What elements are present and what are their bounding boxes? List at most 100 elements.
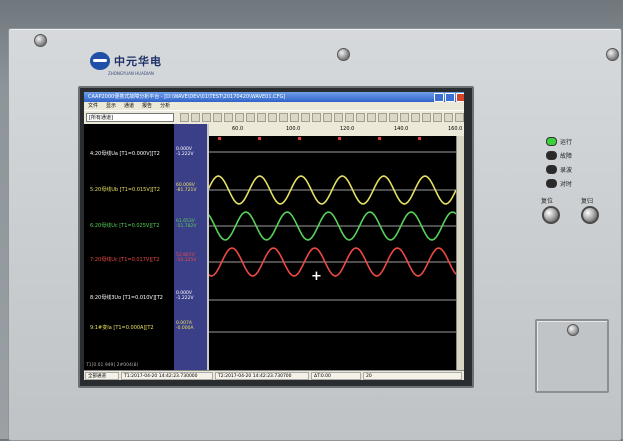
toolbar-button[interactable] — [356, 113, 365, 122]
menu-file[interactable]: 文件 — [88, 102, 98, 110]
event-marker — [378, 137, 381, 140]
channel-value-t2: -81.721V — [176, 188, 197, 193]
toolbar-button[interactable] — [411, 113, 420, 122]
toolbar-button[interactable] — [312, 113, 321, 122]
close-button[interactable] — [456, 93, 464, 102]
status-field: 20 — [363, 372, 462, 380]
toolbar-button[interactable] — [400, 113, 409, 122]
toolbar-button[interactable] — [268, 113, 277, 122]
ruler-tick-label: 120.0 — [340, 126, 355, 132]
cursor-info: T1[0.01 949] 2#004(8) — [86, 363, 139, 368]
channel-value-t2: -1.222V — [176, 152, 194, 157]
window-titlebar: CAAP2000便携式故障分析平台 - [D:\WAVE\DEV\01\TEST… — [84, 92, 464, 102]
vertical-scrollbar[interactable] — [456, 136, 464, 370]
menu-view[interactable]: 显示 — [106, 102, 116, 110]
status-field: ΔT:0.00 — [311, 372, 361, 380]
reset-button-label: 复位 — [541, 198, 554, 205]
toolbar-button[interactable] — [389, 113, 398, 122]
menu-analysis[interactable]: 分析 — [160, 102, 170, 110]
channel-label[interactable]: 9:1#变Ia [T1=0.000A][T2 — [90, 324, 154, 331]
toolbar-button[interactable] — [345, 113, 354, 122]
led-fault: 故障 — [546, 151, 572, 160]
toolbar-button[interactable] — [422, 113, 431, 122]
screw — [34, 34, 47, 47]
brand-logo: 中元华电 — [90, 52, 162, 70]
ruler-tick-label: 60.0 — [232, 126, 244, 132]
toolbar-button[interactable] — [323, 113, 332, 122]
event-marker — [298, 137, 301, 140]
event-marker — [218, 137, 221, 140]
led-timesync: 对时 — [546, 179, 572, 188]
toolbar-button[interactable] — [444, 113, 453, 122]
channel-value: 0.000V -1.222V — [176, 147, 194, 157]
channel-label[interactable]: 8:20母线3Uo [T1=0.010V][T2 — [90, 294, 163, 301]
channel-value-t2: -0.000A — [176, 326, 194, 331]
channel-name-pane: 4:20母线Ua [T1=0.000V][T2 5:20母线Ub [T1=0.01… — [84, 124, 174, 370]
window-title: CAAP2000便携式故障分析平台 - [D:\WAVE\DEV\01\TEST… — [88, 94, 286, 100]
channel-value: 61.653V -51.782V — [176, 219, 196, 229]
screw — [606, 48, 619, 61]
logo-icon — [90, 52, 110, 70]
channel-value-pane: 0.000V -1.222V 60.009V -81.721V 61.653V -51.7… — [174, 124, 208, 370]
brand-subtitle: ZHONGYUAN HUADIAN — [108, 71, 154, 76]
toolbar-button[interactable] — [301, 113, 310, 122]
ruler-tick-label: 140.0 — [394, 126, 409, 132]
toolbar-button[interactable] — [202, 113, 211, 122]
menu-report[interactable]: 报告 — [142, 102, 152, 110]
led-label: 对时 — [560, 181, 573, 188]
led-label: 运行 — [560, 139, 573, 146]
channel-value-t2: -51.782V — [176, 224, 197, 229]
toolbar-button[interactable] — [224, 113, 233, 122]
status-field: T1:2017-04-20 14:42:23.730000 — [121, 372, 213, 380]
toolbar-button[interactable] — [367, 113, 376, 122]
toolbar-button[interactable] — [191, 113, 200, 122]
brand-name: 中元华电 — [114, 55, 162, 68]
toolbar-icons — [180, 113, 464, 122]
toolbar-button[interactable] — [455, 113, 464, 122]
storage-hatch[interactable] — [535, 319, 609, 393]
return-button[interactable] — [581, 206, 599, 224]
toolbar-button[interactable] — [334, 113, 343, 122]
toolbar-button[interactable] — [378, 113, 387, 122]
toolbar-button[interactable] — [180, 113, 189, 122]
toolbar-button[interactable] — [257, 113, 266, 122]
channel-value: 0.007A -0.000A — [176, 321, 194, 331]
channel-value-t2: -50.125V — [176, 258, 197, 263]
channel-select[interactable]: [所有通道] — [86, 113, 174, 122]
led-indicator — [546, 179, 557, 188]
status-field: 全部通道 — [85, 372, 119, 380]
led-run: 运行 — [546, 137, 572, 146]
channel-value: 0.000V -1.222V — [176, 291, 194, 301]
toolbar-button[interactable] — [246, 113, 255, 122]
channel-label[interactable]: 7:20母线Uc [T1=0.017V][T2 — [90, 256, 159, 263]
return-button-label: 复归 — [581, 198, 594, 205]
channel-label[interactable]: 6:20母线Uc [T1=0.025V][T2 — [90, 222, 159, 229]
event-marker — [258, 137, 261, 140]
channel-value: 60.009V -81.721V — [176, 183, 196, 193]
application-window: CAAP2000便携式故障分析平台 - [D:\WAVE\DEV\01\TEST… — [84, 92, 464, 380]
time-cursor-line[interactable] — [207, 124, 209, 370]
menu-bar: 文件 显示 通道 报告 分析 — [84, 102, 464, 110]
ruler-tick-label: 160.0 — [448, 126, 463, 132]
channel-value-t2: -1.222V — [176, 296, 194, 301]
minimize-button[interactable] — [434, 93, 444, 102]
channel-label[interactable]: 5:20母线Ub [T1=0.015V][T2 — [90, 186, 160, 193]
led-indicator — [546, 137, 557, 146]
led-label: 故障 — [560, 153, 573, 160]
waveform-svg — [207, 137, 457, 333]
led-record: 录波 — [546, 165, 572, 174]
toolbar-button[interactable] — [235, 113, 244, 122]
waveform-plot[interactable]: + — [207, 136, 457, 370]
maximize-button[interactable] — [445, 93, 455, 102]
led-label: 录波 — [560, 167, 573, 174]
toolbar-button[interactable] — [290, 113, 299, 122]
event-marker — [418, 137, 421, 140]
toolbar-button[interactable] — [213, 113, 222, 122]
menu-channel[interactable]: 通道 — [124, 102, 134, 110]
reset-button[interactable] — [542, 206, 560, 224]
channel-label[interactable]: 4:20母线Ua [T1=0.000V][T2 — [90, 150, 160, 157]
toolbar-button[interactable] — [279, 113, 288, 122]
status-field: T2:2017-04-20 14:42:23.730700 — [215, 372, 309, 380]
hatch-knob[interactable] — [567, 324, 579, 336]
toolbar-button[interactable] — [433, 113, 442, 122]
